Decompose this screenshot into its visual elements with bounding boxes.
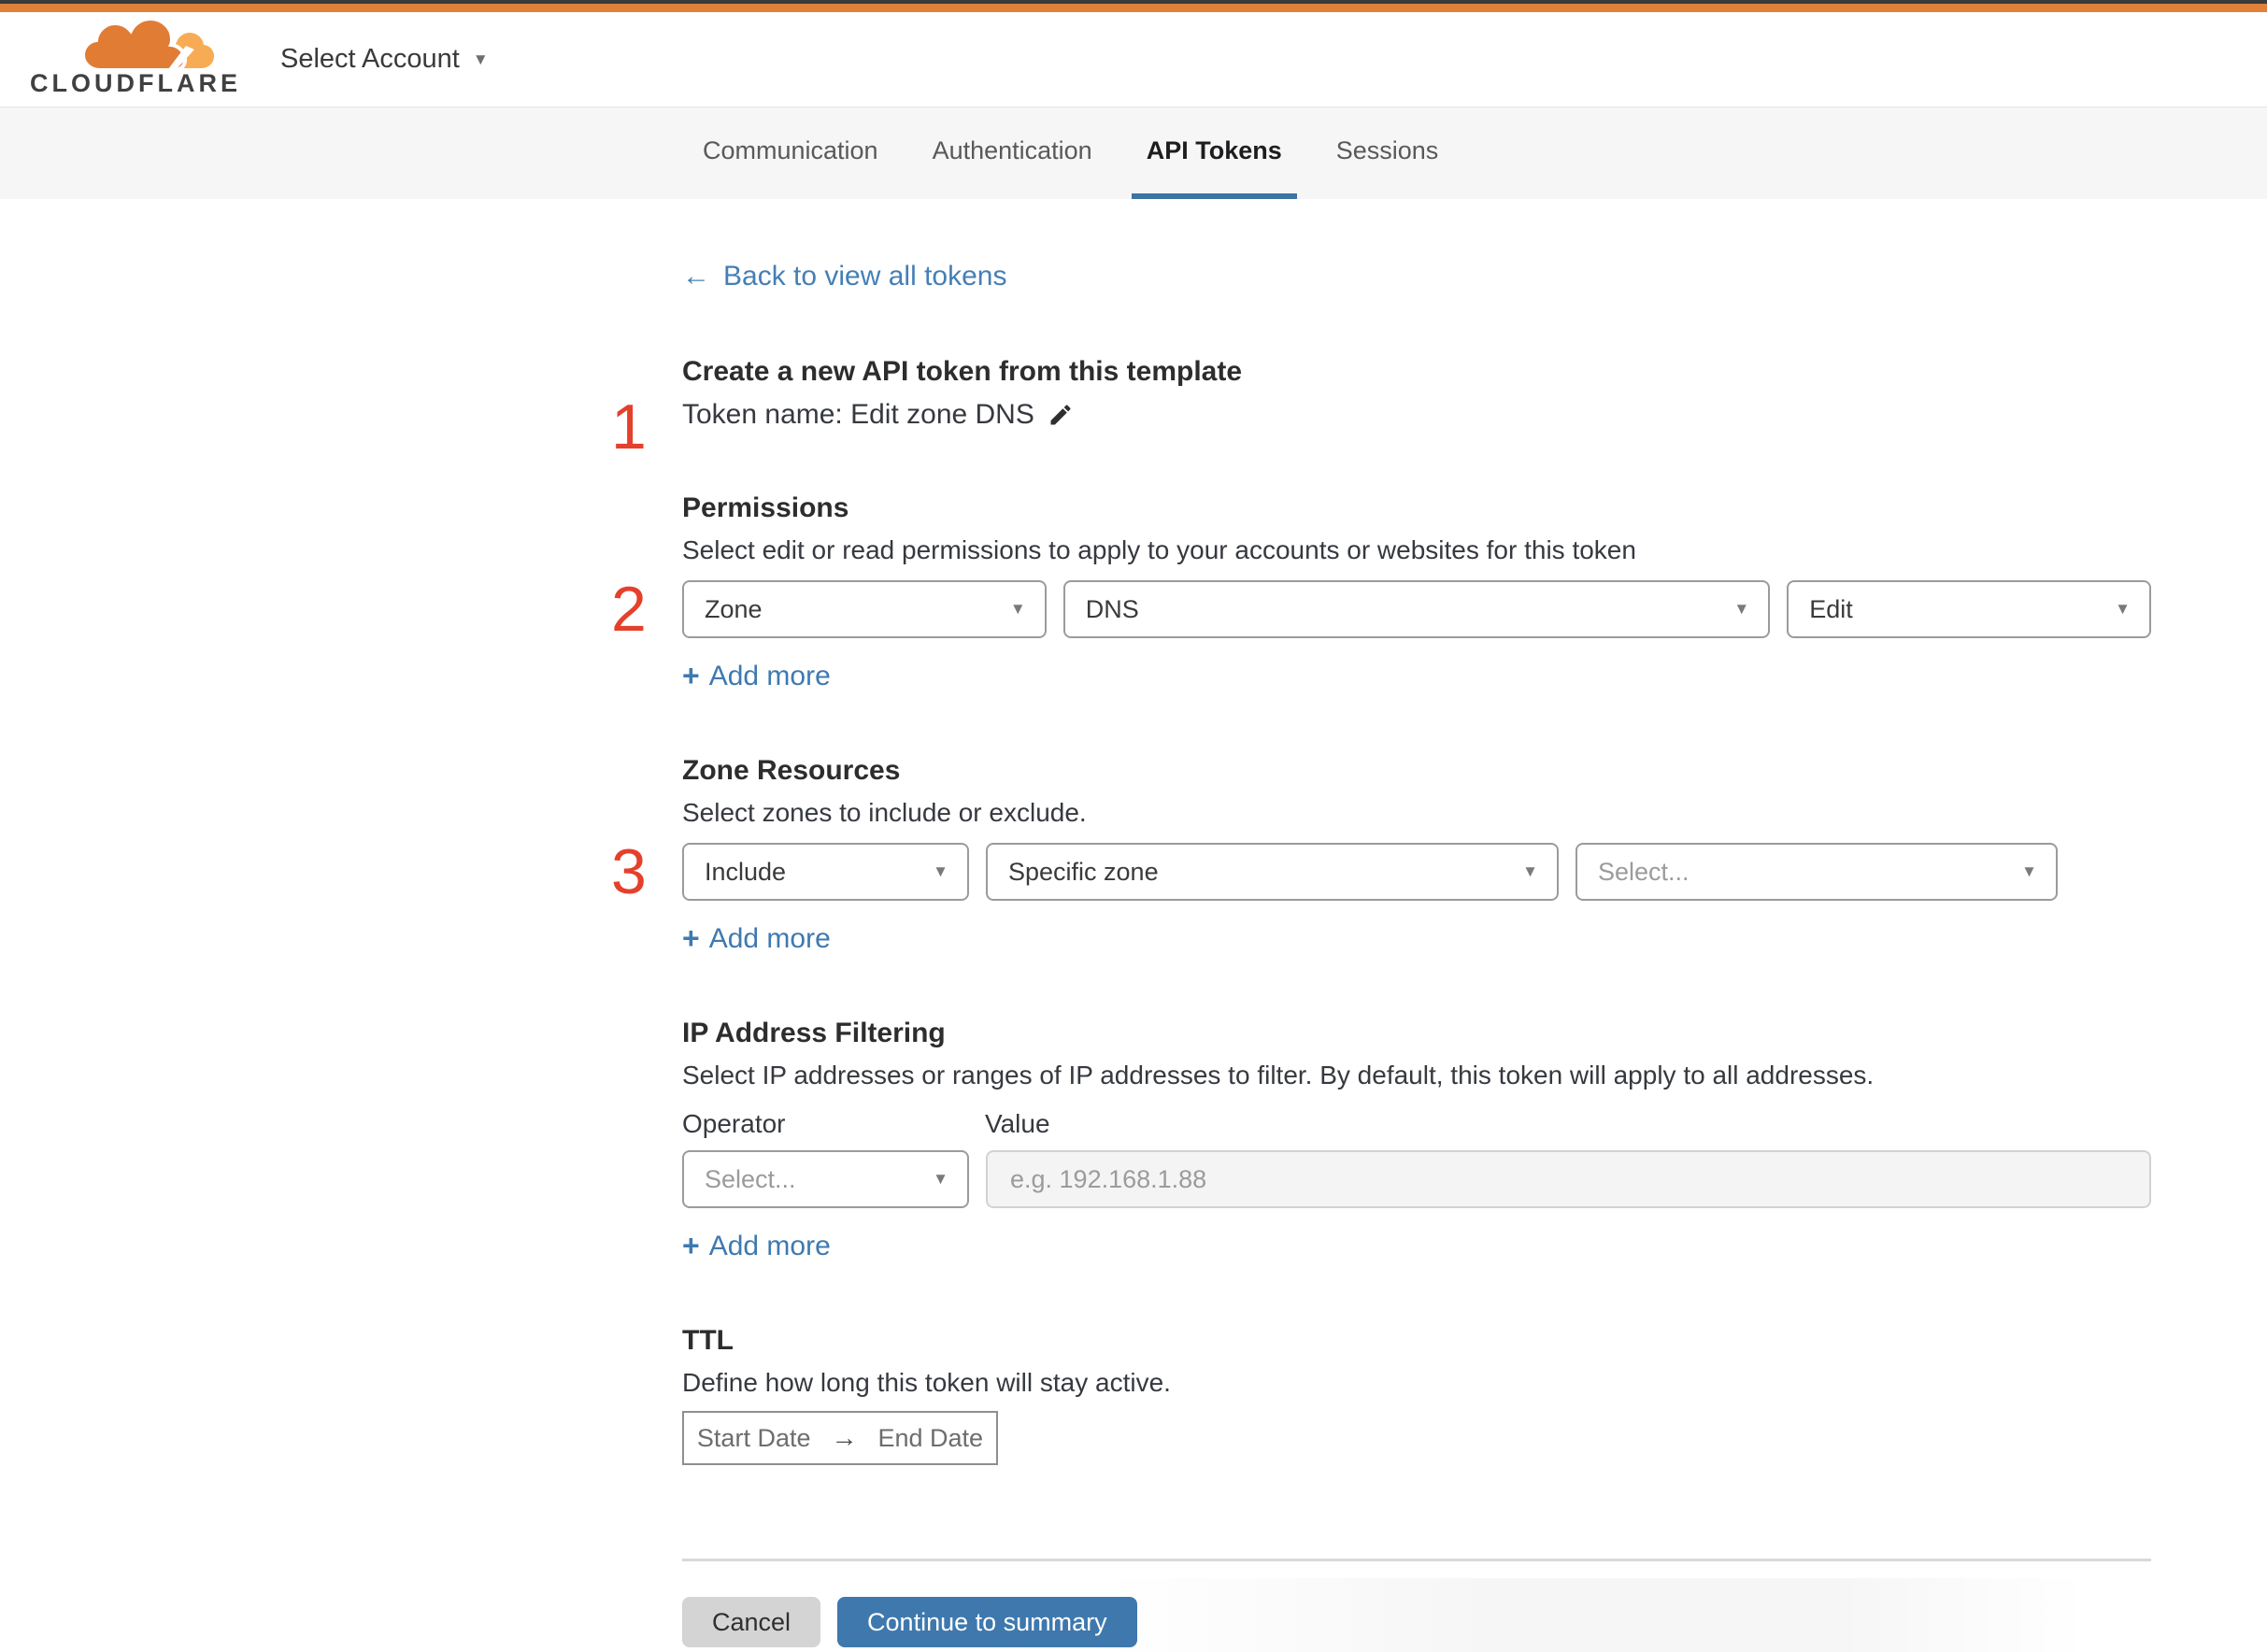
cloudflare-cloud-icon	[80, 17, 215, 72]
footer-divider	[682, 1559, 2151, 1561]
tab-communication[interactable]: Communication	[688, 107, 893, 199]
permission-access-value: Edit	[1809, 594, 1853, 623]
token-name-text: Token name: Edit zone DNS	[682, 399, 1034, 430]
ip-filtering-title: IP Address Filtering	[682, 1018, 946, 1048]
edit-pencil-icon[interactable]	[1048, 402, 1074, 428]
ip-operator-select[interactable]: Select... ▼	[682, 1150, 969, 1208]
zone-picker-placeholder: Select...	[1598, 857, 1690, 886]
permission-scope-select[interactable]: Zone ▼	[682, 580, 1047, 638]
annotation-number-3: 3	[611, 836, 647, 907]
chevron-down-icon: ▼	[933, 862, 948, 880]
zone-picker-select[interactable]: Select... ▼	[1575, 843, 2058, 901]
start-date-placeholder: Start Date	[696, 1423, 811, 1452]
zone-type-value: Specific zone	[1008, 857, 1159, 886]
operator-label: Operator	[682, 1109, 786, 1138]
chevron-down-icon: ▼	[2021, 862, 2037, 880]
chevron-down-icon: ▼	[1522, 862, 1538, 880]
tab-authentication[interactable]: Authentication	[918, 107, 1107, 199]
chevron-down-icon: ▼	[1733, 600, 1750, 618]
permission-scope-value: Zone	[705, 594, 763, 623]
back-arrow-icon: ←	[682, 261, 710, 292]
add-more-label: Add more	[708, 922, 831, 954]
cloudflare-logo[interactable]: CLOUDFLARE	[28, 16, 237, 104]
account-selector-label: Select Account	[280, 44, 460, 74]
permissions-title: Permissions	[682, 492, 849, 523]
ip-filtering-labels: Operator Value	[682, 1109, 2151, 1139]
permission-service-value: DNS	[1085, 594, 1139, 623]
token-name-section: 1 Create a new API token from this templ…	[611, 356, 2151, 459]
zone-resources-row: 3 Include ▼ Specific zone ▼ Select... ▼	[611, 840, 2151, 904]
account-selector[interactable]: Select Account ▼	[280, 44, 489, 75]
template-title: Create a new API token from this templat…	[682, 356, 1243, 387]
ttl-date-range-picker[interactable]: Start Date → End Date	[682, 1411, 998, 1465]
add-more-label: Add more	[708, 1230, 831, 1261]
cancel-button[interactable]: Cancel	[682, 1597, 821, 1647]
chevron-down-icon: ▼	[472, 50, 489, 68]
main-content: ← Back to view all tokens 1 Create a new…	[0, 199, 2267, 1652]
chevron-down-icon: ▼	[933, 1170, 948, 1188]
brand-top-bar	[0, 4, 2267, 12]
zone-resources-title: Zone Resources	[682, 755, 901, 786]
ip-value-input[interactable]	[986, 1150, 2151, 1208]
zone-resources-add-more-link[interactable]: + Add more	[682, 921, 831, 956]
zone-type-select[interactable]: Specific zone ▼	[986, 843, 1559, 901]
permissions-add-more-link[interactable]: + Add more	[682, 659, 831, 693]
chevron-down-icon: ▼	[2115, 600, 2131, 618]
plus-icon: +	[682, 659, 700, 692]
footer-actions: Cancel Continue to summary	[682, 1578, 2151, 1652]
permission-service-select[interactable]: DNS ▼	[1062, 580, 1771, 638]
annotation-number-2: 2	[611, 574, 647, 645]
permissions-row: 2 Zone ▼ DNS ▼ Edit ▼	[611, 577, 2151, 641]
value-label: Value	[985, 1109, 1050, 1138]
plus-icon: +	[682, 921, 700, 955]
cloudflare-wordmark: CLOUDFLARE	[30, 68, 241, 97]
ip-filtering-description: Select IP addresses or ranges of IP addr…	[682, 1061, 1875, 1089]
tab-sessions[interactable]: Sessions	[1321, 107, 1454, 199]
end-date-placeholder: End Date	[877, 1423, 984, 1452]
footer-shadow	[1098, 1578, 2089, 1652]
app-header: CLOUDFLARE Select Account ▼	[0, 12, 2267, 107]
ttl-description: Define how long this token will stay act…	[682, 1368, 1171, 1397]
zone-resources-description: Select zones to include or exclude.	[682, 798, 1087, 827]
continue-to-summary-button[interactable]: Continue to summary	[837, 1597, 1137, 1647]
ip-operator-placeholder: Select...	[705, 1164, 796, 1193]
back-to-tokens-link[interactable]: ← Back to view all tokens	[682, 261, 1006, 292]
tab-api-tokens[interactable]: API Tokens	[1131, 107, 1297, 199]
arrow-right-icon: →	[831, 1423, 858, 1452]
add-more-label: Add more	[708, 660, 831, 691]
section-tabs: Communication Authentication API Tokens …	[0, 107, 2267, 199]
zone-mode-value: Include	[705, 857, 787, 886]
ip-filtering-row: Select... ▼	[682, 1150, 2151, 1208]
zone-mode-select[interactable]: Include ▼	[682, 843, 969, 901]
chevron-down-icon: ▼	[1009, 600, 1026, 618]
plus-icon: +	[682, 1229, 700, 1262]
permissions-description: Select edit or read permissions to apply…	[682, 535, 1636, 564]
annotation-number-1: 1	[611, 392, 647, 463]
ttl-title: TTL	[682, 1325, 734, 1356]
back-link-label: Back to view all tokens	[723, 261, 1007, 292]
permission-access-select[interactable]: Edit ▼	[1787, 580, 2151, 638]
ip-filtering-add-more-link[interactable]: + Add more	[682, 1229, 831, 1263]
